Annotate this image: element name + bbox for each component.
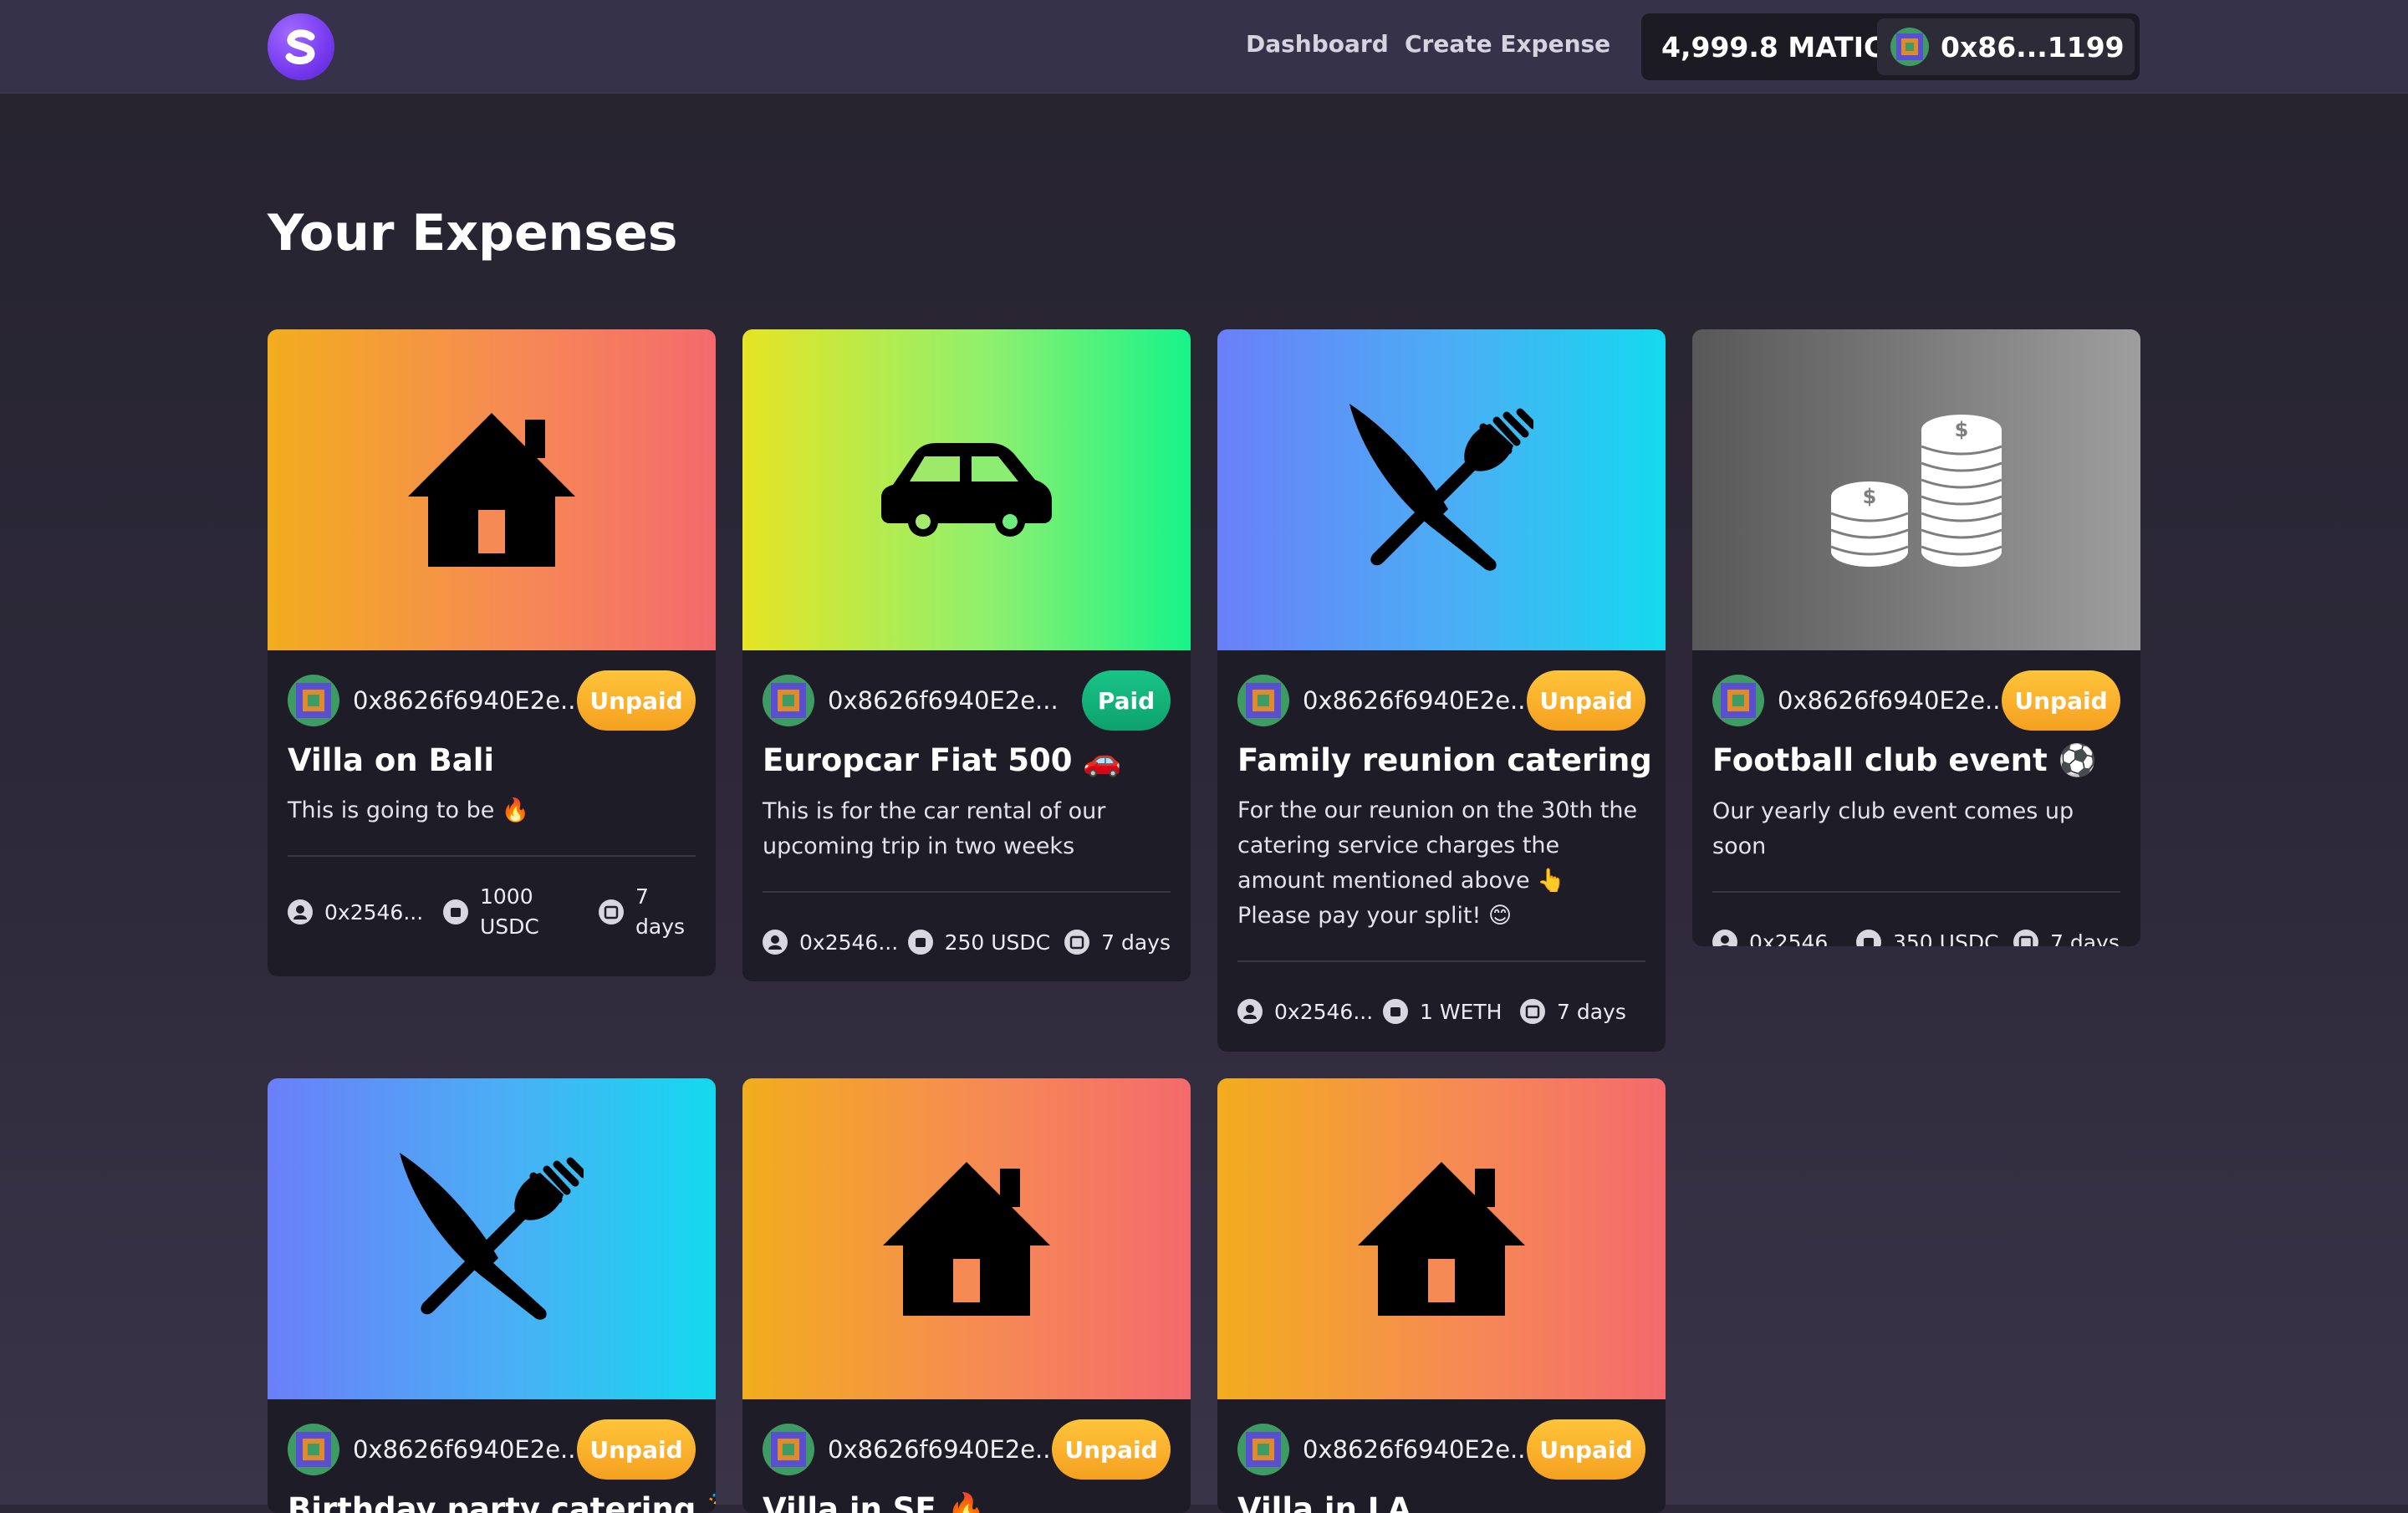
expense-image bbox=[1217, 1078, 1666, 1399]
nav-dashboard-link[interactable]: Dashboard bbox=[1246, 30, 1389, 58]
participant-address: 0x2546... bbox=[324, 900, 423, 925]
creator-address: 0x8626f6940E2e... bbox=[828, 1435, 1059, 1464]
participant-address: 0x2546... bbox=[1274, 1000, 1373, 1024]
coin-icon bbox=[1856, 930, 1881, 946]
expense-image bbox=[742, 329, 1191, 650]
expense-amount: 1000 USDC bbox=[480, 882, 564, 942]
coin-icon bbox=[1383, 999, 1408, 1024]
house-icon bbox=[883, 1162, 1050, 1316]
coin-icon bbox=[908, 930, 933, 955]
expense-image bbox=[268, 329, 716, 650]
status-badge: Unpaid bbox=[577, 670, 696, 731]
knife-fork-icon bbox=[400, 1153, 584, 1325]
expense-description: This is going to be 🔥 bbox=[288, 793, 696, 828]
expense-description: This is for the car rental of our upcomi… bbox=[763, 794, 1171, 864]
creator-address: 0x8626f6940E2e... bbox=[1778, 686, 2008, 715]
coin-icon bbox=[443, 899, 468, 925]
calendar-icon bbox=[2013, 930, 2038, 946]
wallet-balance: 4,999.8 MATIC bbox=[1641, 31, 1877, 64]
expense-image bbox=[268, 1078, 716, 1399]
expense-duration: 7 days bbox=[2050, 930, 2120, 947]
svg-text:$: $ bbox=[1955, 418, 1969, 441]
expense-card[interactable]: 0x8626f6940E2e... Unpaid Villa in LA bbox=[1217, 1078, 1666, 1513]
creator-address: 0x8626f6940E2e... bbox=[828, 686, 1059, 715]
participant-address: 0x2546... bbox=[799, 930, 898, 955]
creator-avatar bbox=[288, 1424, 339, 1475]
status-badge: Unpaid bbox=[2002, 670, 2120, 731]
account-button[interactable]: 0x86...1199 bbox=[1877, 18, 2135, 75]
knife-fork-icon bbox=[1349, 404, 1533, 576]
expense-card[interactable]: 0x8626f6940E2e... Unpaid Family reunion … bbox=[1217, 329, 1666, 1052]
house-icon bbox=[408, 413, 575, 567]
coins-icon: $ $ bbox=[1831, 413, 2002, 567]
page-title: Your Expenses bbox=[268, 204, 678, 262]
expense-image: $ $ bbox=[1692, 329, 2140, 650]
expense-amount: 250 USDC bbox=[945, 930, 1051, 955]
expense-image bbox=[1217, 329, 1666, 650]
wallet-widget: 4,999.8 MATIC 0x86...1199 bbox=[1641, 13, 2140, 80]
expense-duration: 7 days bbox=[1101, 930, 1171, 955]
expense-amount: 350 USDC bbox=[1893, 930, 1999, 947]
expense-card[interactable]: 0x8626f6940E2e... Unpaid Villa in SF 🔥 bbox=[742, 1078, 1191, 1513]
expense-duration: 7 days bbox=[1557, 1000, 1626, 1024]
user-icon bbox=[1237, 999, 1263, 1024]
expense-image bbox=[742, 1078, 1191, 1399]
creator-avatar bbox=[1237, 1424, 1289, 1475]
creator-avatar bbox=[1237, 675, 1289, 726]
status-badge: Unpaid bbox=[1052, 1419, 1171, 1480]
user-icon bbox=[763, 930, 788, 955]
expense-title: Football club event ⚽ bbox=[1712, 742, 2120, 779]
expense-title: Villa in SF 🔥 bbox=[763, 1491, 1171, 1513]
expense-title: Villa in LA bbox=[1237, 1491, 1645, 1513]
creator-address: 0x8626f6940E2e... bbox=[1303, 1435, 1533, 1464]
expense-duration: 7 days bbox=[635, 882, 686, 942]
logo-s-icon bbox=[278, 23, 324, 70]
user-icon bbox=[1712, 930, 1737, 946]
expense-description: Our yearly club event comes up soon bbox=[1712, 794, 2120, 864]
app-logo[interactable] bbox=[268, 13, 334, 80]
expense-title: Villa on Bali bbox=[288, 742, 696, 778]
account-address: 0x86...1199 bbox=[1941, 31, 2125, 64]
creator-address: 0x8626f6940E2e... bbox=[353, 1435, 584, 1464]
status-badge: Unpaid bbox=[1527, 1419, 1645, 1480]
expense-description: For the our reunion on the 30th the cate… bbox=[1237, 793, 1645, 934]
status-badge: Unpaid bbox=[1527, 670, 1645, 731]
expense-card[interactable]: 0x8626f6940E2e... Paid Europcar Fiat 500… bbox=[742, 329, 1191, 981]
car-icon bbox=[881, 443, 1052, 537]
calendar-icon bbox=[1064, 930, 1089, 955]
participant-address: 0x2546... bbox=[1749, 930, 1848, 947]
house-icon bbox=[1358, 1162, 1525, 1316]
creator-address: 0x8626f6940E2e... bbox=[353, 686, 584, 715]
expense-card[interactable]: $ $ 0x8626f6940E2e... Unpaid Football cl… bbox=[1692, 329, 2140, 946]
expense-card[interactable]: 0x8626f6940E2e... Unpaid Villa on Bali T… bbox=[268, 329, 716, 976]
user-icon bbox=[288, 899, 313, 925]
calendar-icon bbox=[599, 899, 624, 925]
status-badge: Unpaid bbox=[577, 1419, 696, 1480]
expense-card[interactable]: 0x8626f6940E2e... Unpaid Birthday party … bbox=[268, 1078, 716, 1513]
account-avatar bbox=[1890, 28, 1929, 66]
creator-avatar bbox=[763, 1424, 814, 1475]
status-badge: Paid bbox=[1082, 670, 1171, 731]
creator-avatar bbox=[763, 675, 814, 726]
nav-create-expense-link[interactable]: Create Expense bbox=[1405, 30, 1610, 58]
top-navbar: Dashboard Create Expense 4,999.8 MATIC 0… bbox=[0, 0, 2408, 94]
expense-title: Birthday party catering 🎉 bbox=[288, 1491, 696, 1513]
svg-text:$: $ bbox=[1863, 485, 1877, 508]
expense-amount: 1 WETH bbox=[1420, 1000, 1502, 1024]
expense-title: Europcar Fiat 500 🚗 bbox=[763, 742, 1171, 779]
calendar-icon bbox=[1520, 999, 1545, 1024]
expense-title: Family reunion catering bbox=[1237, 742, 1645, 778]
creator-avatar bbox=[1712, 675, 1764, 726]
creator-address: 0x8626f6940E2e... bbox=[1303, 686, 1533, 715]
creator-avatar bbox=[288, 675, 339, 726]
